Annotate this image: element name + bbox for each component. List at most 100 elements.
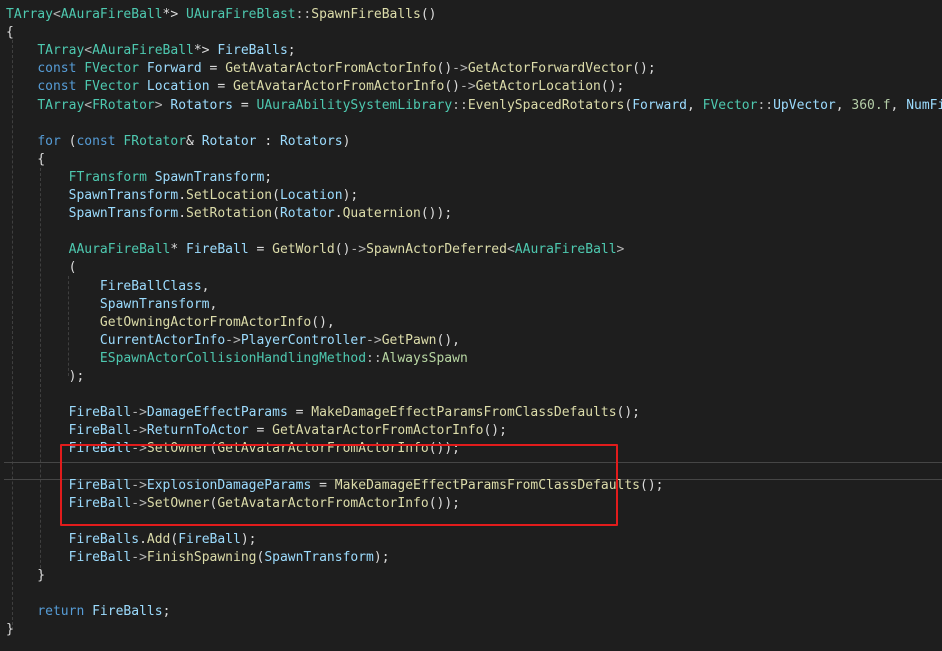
code-token: } <box>6 622 14 638</box>
code-line[interactable]: { <box>0 24 942 42</box>
code-token: *> <box>162 7 187 22</box>
code-token: ); <box>342 188 359 203</box>
code-token: TArray <box>6 7 53 22</box>
code-token: GetWorld <box>272 242 335 258</box>
code-token: AAuraFireBall <box>92 43 194 59</box>
code-token: *> <box>193 43 218 59</box>
code-token: Add <box>146 531 171 547</box>
code-token: -> <box>460 79 476 95</box>
code-line[interactable]: const FVector Location = GetAvatarActorF… <box>0 78 942 96</box>
code-token: , <box>890 97 907 113</box>
code-token: . <box>178 188 187 203</box>
code-token: () <box>334 242 351 258</box>
code-token: UAuraFireBlast <box>186 7 296 22</box>
code-token: FinishSpawning <box>146 550 257 565</box>
code-line[interactable] <box>0 585 942 603</box>
code-token: -> <box>452 61 468 77</box>
code-token: GetAvatarActorFromActorInfo <box>225 61 437 77</box>
code-token: FireBalls <box>217 43 288 59</box>
code-line[interactable]: TArray<FRotator> Rotators = UAuraAbility… <box>0 97 942 115</box>
code-token: GetActorLocation <box>475 79 601 95</box>
code-line[interactable]: } <box>0 567 942 585</box>
code-token: & <box>186 133 202 149</box>
code-token: (); <box>600 79 625 95</box>
code-token: :: <box>295 7 312 22</box>
code-line[interactable]: FireBalls.Add(FireBall); <box>0 531 942 549</box>
code-token: . <box>334 206 343 222</box>
code-line[interactable] <box>0 223 942 241</box>
code-token: UpVector <box>773 97 836 113</box>
code-token: SpawnTransform <box>264 550 374 565</box>
code-token: CurrentActorInfo <box>99 332 226 348</box>
code-line[interactable]: FTransform SpawnTransform; <box>0 169 942 187</box>
code-token: SetRotation <box>186 206 273 222</box>
code-line[interactable]: FireBall->ReturnToActor = GetAvatarActor… <box>0 422 942 440</box>
code-token: GetOwningActorFromActorInfo <box>99 314 312 330</box>
code-line[interactable] <box>0 115 942 133</box>
code-token: UAuraAbilitySystemLibrary <box>256 97 453 113</box>
code-line[interactable]: ( <box>0 259 942 277</box>
code-token: * <box>170 242 187 258</box>
code-token: const <box>37 79 85 95</box>
code-token: Rotators <box>279 133 343 149</box>
code-token: ; <box>264 169 273 185</box>
code-line[interactable]: return FireBalls; <box>0 603 942 621</box>
code-token: , <box>687 97 703 113</box>
code-line[interactable]: FireBall->DamageEffectParams = MakeDamag… <box>0 404 942 422</box>
code-line[interactable]: ESpawnActorCollisionHandlingMethod::Alwa… <box>0 350 942 368</box>
code-line[interactable]: TArray<AAuraFireBall*> UAuraFireBlast::S… <box>0 6 942 24</box>
code-line[interactable]: const FVector Forward = GetAvatarActorFr… <box>0 60 942 78</box>
code-token: . <box>178 206 187 222</box>
code-token: < <box>84 43 93 59</box>
code-token: (); <box>616 405 641 421</box>
code-token: () <box>436 61 453 77</box>
code-token: > <box>154 97 171 113</box>
code-line[interactable]: FireBallClass, <box>0 278 942 296</box>
code-line[interactable]: } <box>0 621 942 639</box>
code-token: SpawnTransform <box>99 296 210 312</box>
code-line[interactable]: { <box>0 151 942 169</box>
code-token: ReturnToActor <box>146 423 249 439</box>
code-token: 360.f <box>851 97 891 113</box>
annotation-highlight-box <box>60 444 618 526</box>
code-editor[interactable]: TArray<AAuraFireBall*> UAuraFireBlast::S… <box>0 0 942 651</box>
code-token: ( <box>6 260 77 276</box>
code-token: , <box>209 296 218 312</box>
code-line[interactable]: AAuraFireBall* FireBall = GetWorld()->Sp… <box>0 241 942 259</box>
code-line[interactable]: SpawnTransform, <box>0 296 942 314</box>
code-token: -> <box>225 332 241 348</box>
code-token: DamageEffectParams <box>146 405 288 421</box>
code-line[interactable]: ); <box>0 368 942 386</box>
code-line[interactable] <box>0 386 942 404</box>
code-line[interactable]: SpawnTransform.SetLocation(Location); <box>0 187 942 205</box>
code-token: () <box>444 79 460 95</box>
code-token: FVector <box>84 61 147 77</box>
code-token: -> <box>131 423 147 439</box>
code-token: :: <box>757 97 774 113</box>
code-token: :: <box>452 97 468 113</box>
code-line[interactable]: FireBall->FinishSpawning(SpawnTransform)… <box>0 549 942 567</box>
code-token: AAuraFireBall <box>514 242 617 258</box>
code-token: > <box>616 242 625 258</box>
code-line[interactable]: SpawnTransform.SetRotation(Rotator.Quate… <box>0 205 942 223</box>
code-line[interactable]: TArray<AAuraFireBall*> FireBalls; <box>0 42 942 60</box>
code-token: (); <box>632 61 656 77</box>
code-token: MakeDamageEffectParamsFromClassDefaults <box>311 405 617 421</box>
code-token: TArray <box>37 97 85 113</box>
code-token: Rotator <box>279 206 335 222</box>
code-line[interactable]: for (const FRotator& Rotator : Rotators) <box>0 133 942 151</box>
code-token: const <box>37 61 85 77</box>
code-token: FireBall <box>186 242 249 258</box>
code-token: AAuraFireBall <box>60 7 163 22</box>
code-line[interactable]: CurrentActorInfo->PlayerController->GetP… <box>0 332 942 350</box>
code-token: } <box>6 568 46 584</box>
code-line[interactable]: GetOwningActorFromActorInfo(), <box>0 314 942 332</box>
